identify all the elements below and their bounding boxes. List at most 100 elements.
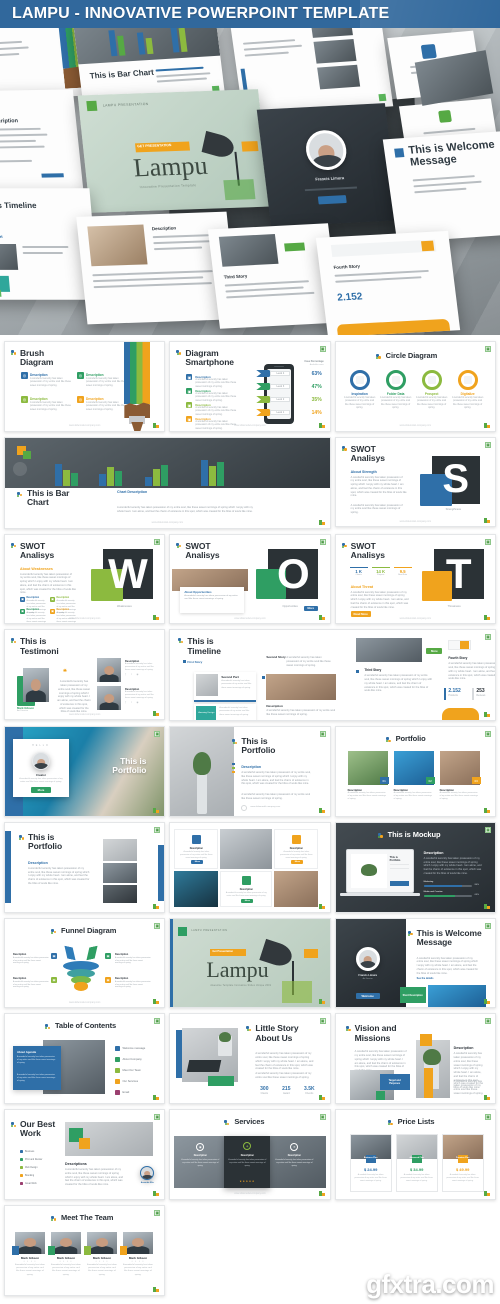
- slide-thumb-mockup-grid[interactable]: Description A wonderful serenity has tak…: [169, 821, 331, 913]
- more-button[interactable]: More: [241, 898, 254, 903]
- target-card: Target and Purposes: [379, 1074, 410, 1091]
- slide-thumb-swot-strength[interactable]: SWOT Analisys About Strength A wonderful…: [334, 436, 496, 528]
- work-item[interactable]: Branding: [20, 1174, 34, 1178]
- brand-corner-icon: [483, 806, 491, 813]
- slide-thumbnail-grid: Brush Diagram ◎ Description A wonderful …: [0, 335, 500, 1304]
- slide-logo-icon: [246, 1026, 252, 1032]
- slide-thumb-meet-the-team[interactable]: Meet The Team Mark Gibson • • • • A wond…: [4, 1204, 166, 1296]
- swot-caption: Strengthness: [445, 507, 461, 511]
- toc-label: About Company: [122, 1058, 142, 1062]
- slide-thumb-funnel-diagram[interactable]: Funnel Diagram Description A wonderful s…: [4, 917, 166, 1009]
- slide-title: Price Lists: [397, 1117, 435, 1127]
- cover-tag: Get Presentation: [212, 949, 234, 953]
- slide-thumb-mockup[interactable]: This is Mockup This is Portfolio Descrip…: [334, 821, 496, 913]
- green-badge-icon: ▣: [154, 731, 161, 738]
- member-social-dots[interactable]: • • • •: [15, 1260, 45, 1263]
- brand-corner-icon: [153, 1189, 160, 1196]
- mockup-photo: [174, 870, 219, 907]
- slide-logo-icon: [178, 638, 184, 644]
- slide-thumb-services[interactable]: Services ◉ Description A wonderful seren…: [169, 1109, 331, 1200]
- slide-thumb-timeline[interactable]: This is Timeline First Story Second Part…: [169, 629, 496, 722]
- slide-thumb-swot-weakness[interactable]: SWOT Analisys About Weaknesses A wonderf…: [4, 533, 166, 625]
- percent-value: 63%: [311, 371, 322, 377]
- slide-thumb-testimoni[interactable]: This is Testimoni Mark Gibson Art Direct…: [4, 629, 166, 721]
- team-member[interactable]: Mark Gibson • • • • A wonderful serenity…: [48, 1231, 81, 1277]
- slide-thumb-swot-opportunities[interactable]: SWOT Analisys About Opportunities A wond…: [169, 533, 331, 625]
- team-member[interactable]: Mark Gibson • • • • A wonderful serenity…: [120, 1231, 153, 1277]
- brand-corner-icon: [153, 421, 160, 428]
- slide-footnote-link[interactable]: www.slidemodel-company.com: [250, 806, 280, 808]
- slide-logo-icon: [377, 832, 384, 839]
- member-social-dots[interactable]: • • • •: [123, 1260, 153, 1263]
- read-more-button[interactable]: Read More: [350, 610, 371, 617]
- section-text: A wonderful serenity has taken possessio…: [423, 856, 482, 875]
- swot-letter: T: [445, 549, 472, 597]
- social-icons[interactable]: ƒ t ◉: [125, 673, 155, 676]
- slide-title: Circle Diagram: [385, 351, 438, 360]
- circle-label: Folder Data: [386, 392, 405, 396]
- more-button[interactable]: More: [426, 648, 443, 655]
- section-label: Description: [241, 765, 262, 770]
- slide-footnote: www.slidemodel-company.com: [234, 617, 266, 620]
- slide-thumb-portfolio-magazine[interactable]: This is Portfolio Description A wonderfu…: [4, 821, 166, 913]
- slide-thumb-bar-chart[interactable]: This is Bar Chart Chart Description A wo…: [4, 436, 331, 529]
- price-label: Advanced Plan: [409, 1157, 424, 1160]
- more-button[interactable]: More: [291, 859, 304, 864]
- toc-item[interactable]: Email: [115, 1090, 129, 1096]
- cover-subtitle: Awesome Template Innovative Slides Uniqu…: [210, 984, 272, 987]
- slide-thumb-little-story[interactable]: Little Story About Us A wonderful sereni…: [169, 1013, 331, 1105]
- work-item[interactable]: Print and Render: [20, 1158, 42, 1162]
- work-label: Business: [25, 1150, 35, 1153]
- work-color-chip: [20, 1150, 23, 1154]
- slide-logo-icon: [345, 1026, 352, 1032]
- detail-link[interactable]: See the details: [417, 977, 434, 980]
- toc-card: About Agenda A wonderful serenity has ta…: [13, 1046, 61, 1091]
- hero-avatar: [303, 129, 349, 172]
- toc-item[interactable]: Welcome message: [115, 1046, 145, 1052]
- service-text: A wonderful serenity has taken possessio…: [228, 1159, 267, 1167]
- member-social-dots[interactable]: • • • •: [87, 1260, 117, 1263]
- slide-thumb-swot-threats[interactable]: SWOT Analisys 1 K Clients 14 K Projects …: [334, 533, 496, 625]
- work-item[interactable]: Business: [20, 1150, 35, 1154]
- slide-thumb-our-best-work[interactable]: Our Best Work Business Print and Render …: [4, 1109, 166, 1200]
- slide-thumb-portfolio-plant[interactable]: This is Portfolio Description A wonderfu…: [169, 726, 331, 817]
- slide-thumb-vision-missions[interactable]: Vision and Missions A wonderful serenity…: [334, 1013, 496, 1105]
- slide-thumb-portfolio-hero[interactable]: HELLO Creator A wonderful serenity has t…: [4, 726, 166, 817]
- desc-text: A wonderful serenity has taken possessio…: [195, 391, 237, 403]
- price-card[interactable]: Business Plan $ 24.99 A wonderful sereni…: [349, 1134, 392, 1193]
- testimoni-photo-2: [97, 658, 121, 683]
- slide-thumb-welcome-message[interactable]: Francis Limura Art Director Welcome This…: [334, 917, 496, 1009]
- slide-thumb-portfolio-gallery[interactable]: Portfolio Description A wonderful sereni…: [334, 726, 496, 817]
- team-member[interactable]: Mark Gibson • • • • A wonderful serenity…: [84, 1231, 117, 1277]
- social-icons[interactable]: ƒ t ◉: [125, 701, 155, 704]
- hero-slide-welcome: This is Welcome Message: [382, 129, 500, 243]
- member-social-dots[interactable]: • • • •: [51, 1260, 81, 1263]
- service-card-active[interactable]: ◈ Description A wonderful serenity has t…: [224, 1136, 271, 1189]
- toc-item[interactable]: Meet Our Team: [115, 1068, 141, 1074]
- member-photo: [51, 1231, 81, 1254]
- slide-thumb-price-lists[interactable]: Price Lists Business Plan $ 24.99 A wond…: [334, 1109, 496, 1200]
- price-card[interactable]: Advanced Plan $ 34.99 A wonderful sereni…: [395, 1134, 438, 1193]
- slide-thumb-diagram-smartphone[interactable]: Diagram Smartphone ▣ Description A wonde…: [169, 341, 331, 432]
- section-text: A wonderful serenity has taken possessio…: [255, 1052, 314, 1071]
- slide-thumb-table-of-contents[interactable]: Table of Contents About Agenda A wonderf…: [4, 1013, 166, 1105]
- more-button[interactable]: More: [191, 859, 204, 864]
- toc-label: Our Services: [122, 1080, 139, 1084]
- toc-item[interactable]: Our Services: [115, 1079, 139, 1085]
- timeline-card-b: Amazing Design A wonderful serenity has …: [194, 704, 257, 721]
- slide-thumb-cover-lampu[interactable]: LAMPU PRESENTATION Get Presentation Lamp…: [169, 917, 331, 1009]
- brand-corner-icon: [153, 902, 160, 909]
- work-item[interactable]: Great Work: [20, 1182, 37, 1186]
- more-button[interactable]: More: [31, 787, 51, 794]
- circle-label: Inspiration: [351, 392, 368, 396]
- work-item[interactable]: Web Design: [20, 1166, 37, 1170]
- slide-thumb-circle-diagram[interactable]: Circle Diagram Inspiration A wonderful s…: [334, 341, 496, 432]
- story-photo: [182, 1028, 239, 1083]
- more-button[interactable]: More: [303, 605, 318, 611]
- toc-item[interactable]: About Company: [115, 1057, 142, 1063]
- hero-slide-person: Francis Limura: [256, 103, 400, 227]
- price-card[interactable]: Premium Plan $ 49.99 A wonderful serenit…: [441, 1134, 484, 1193]
- team-member[interactable]: Mark Gibson • • • • A wonderful serenity…: [12, 1231, 45, 1277]
- welcome-button[interactable]: Welcome: [355, 992, 380, 999]
- slide-thumb-brush-diagram[interactable]: Brush Diagram ◎ Description A wonderful …: [4, 341, 166, 432]
